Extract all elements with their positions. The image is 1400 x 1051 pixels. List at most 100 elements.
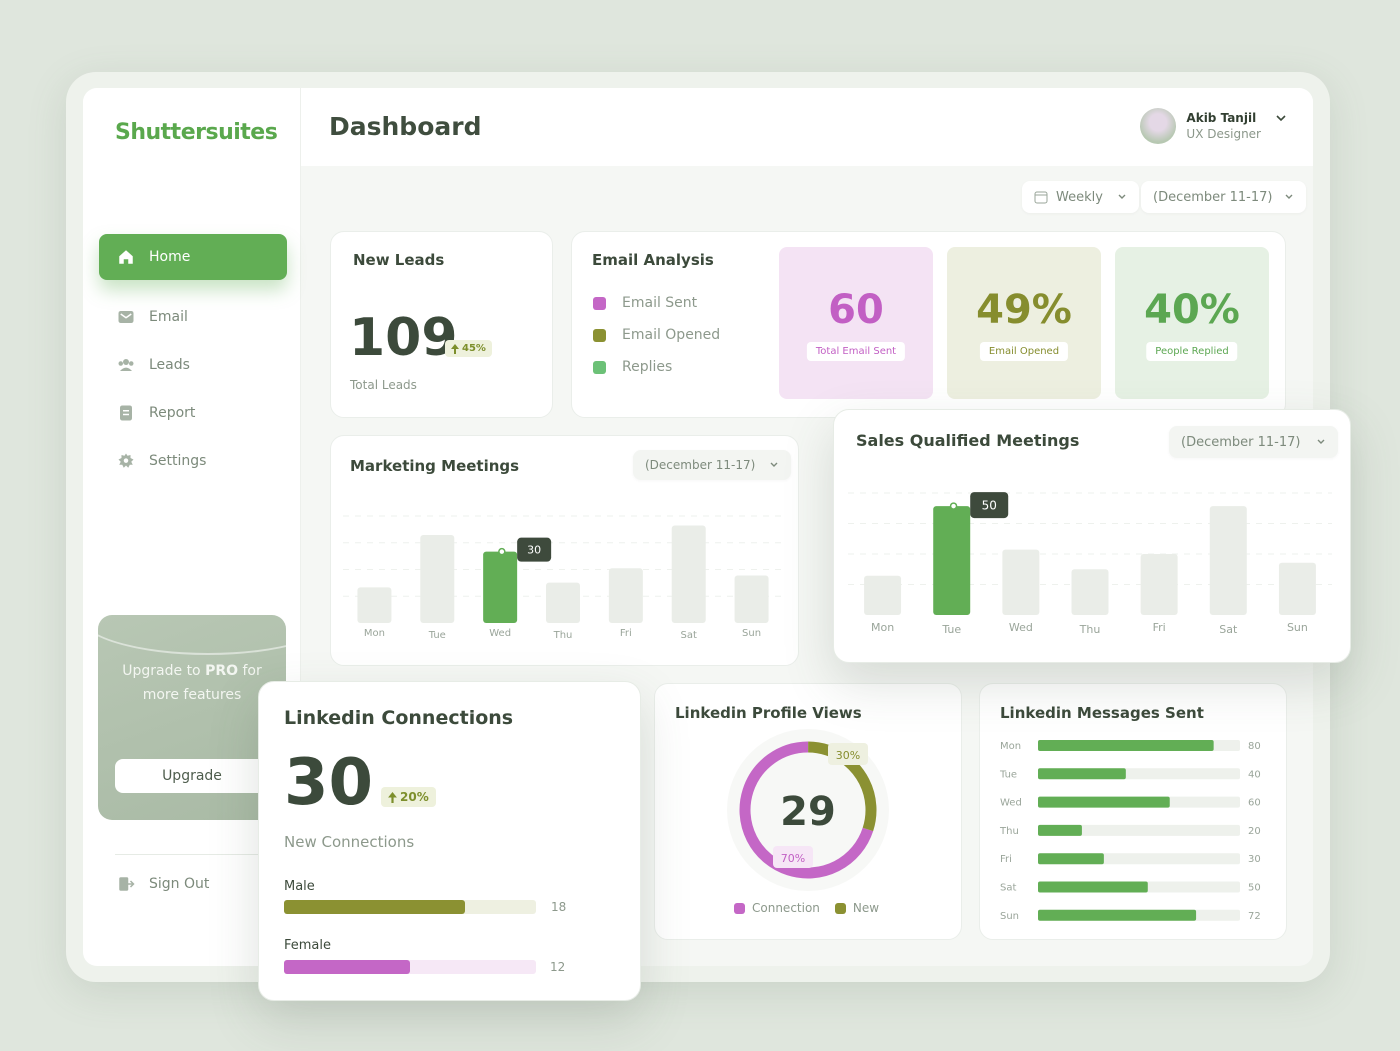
date-range-select[interactable]: (December 11-17)	[1141, 181, 1307, 213]
bar-fri	[1140, 554, 1178, 615]
x-tick-label: Thu	[553, 630, 573, 641]
legend-email-sent: Email Sent	[593, 295, 697, 311]
upgrade-text-pre: Upgrade to	[122, 663, 206, 679]
chevron-down-icon	[1118, 194, 1126, 199]
stat-email-opened: 49% Email Opened	[947, 247, 1101, 399]
new-leads-card: New Leads 109 45% Total Leads	[330, 231, 553, 418]
stat-label: Total Email Sent	[806, 342, 906, 361]
female-progress-track	[284, 960, 536, 974]
x-tick-label: Fri	[1153, 621, 1166, 634]
legend-label: Email Sent	[622, 295, 698, 311]
legend-swatch	[593, 360, 606, 374]
upgrade-text-post: for	[238, 663, 262, 679]
sales-bar-chart: Mon Tue 50 Wed Thu Fri Sat Sun	[848, 492, 1332, 636]
chevron-down-icon	[1285, 194, 1293, 199]
bar-tue	[933, 506, 971, 615]
document-icon	[120, 405, 132, 421]
x-tick-label: Sat	[1219, 623, 1238, 636]
x-tick-label: Sat	[681, 630, 697, 641]
highlight-dot	[498, 547, 506, 556]
y-tick-label: Fri	[1000, 854, 1012, 865]
bar-sat	[671, 525, 706, 623]
bar-value-label: 50	[1248, 883, 1261, 894]
bar-value-label: 40	[1248, 769, 1261, 780]
x-tick-label: Mon	[364, 628, 385, 639]
sign-out-icon	[119, 877, 135, 891]
tooltip-label: 50	[982, 498, 997, 512]
bar-thu	[1071, 569, 1109, 615]
sales-meetings-card: Sales Qualified Meetings (December 11-17…	[833, 409, 1351, 663]
brand-logo: Shuttersuites	[115, 120, 278, 145]
calendar-icon	[1034, 191, 1048, 204]
sidebar-item-settings[interactable]: Settings	[99, 438, 287, 484]
gender-label-male: Male	[284, 879, 315, 894]
x-tick-label: Sun	[742, 628, 761, 639]
decorative-wave	[98, 615, 286, 655]
user-name: Akib Tanjil	[1186, 111, 1257, 125]
female-count: 12	[550, 960, 566, 974]
x-tick-label: Fri	[620, 628, 632, 639]
leads-change-value: 45%	[462, 343, 486, 354]
legend-label: New	[852, 901, 880, 915]
x-tick-label: Tue	[941, 623, 961, 636]
upgrade-text-pro: PRO	[205, 663, 239, 679]
legend-replies: Replies	[593, 359, 672, 375]
x-tick-label: Sun	[1287, 621, 1308, 634]
x-tick-label: Wed	[489, 628, 511, 639]
y-tick-label: Thu	[999, 826, 1019, 837]
card-title: Linkedin Connections	[284, 707, 514, 729]
bar-sat	[1209, 506, 1247, 615]
total-leads-caption: Total Leads	[350, 378, 417, 392]
y-tick-label: Sat	[1000, 883, 1016, 894]
legend-swatch	[593, 296, 606, 310]
y-tick-label: Sun	[1000, 911, 1019, 922]
card-title: Email Analysis	[592, 251, 714, 269]
legend-label: Email Opened	[622, 327, 721, 343]
legend-swatch	[593, 328, 606, 342]
gender-label-female: Female	[284, 938, 332, 953]
card-title: New Leads	[353, 251, 445, 269]
connections-caption: New Connections	[284, 833, 415, 851]
period-select[interactable]: Weekly	[1022, 181, 1139, 213]
upgrade-button[interactable]: Upgrade	[115, 759, 269, 793]
period-select-value: Weekly	[1056, 189, 1103, 205]
gear-icon	[118, 453, 134, 468]
bar-value-label: 80	[1248, 741, 1261, 752]
arrow-up-icon	[388, 791, 397, 803]
stat-value: 60	[828, 287, 884, 333]
bar-fri	[1038, 853, 1104, 865]
sidebar-item-home[interactable]: Home	[99, 234, 287, 280]
users-icon	[118, 359, 134, 371]
linkedin-profile-views-card: Linkedin Profile Views 29 70% 30% Connecti…	[654, 683, 962, 940]
mail-icon	[118, 311, 134, 323]
stat-total-email-sent: 60 Total Email Sent	[779, 247, 933, 399]
user-menu[interactable]: Akib Tanjil UX Designer	[1140, 108, 1287, 144]
sign-out-label: Sign Out	[149, 876, 210, 892]
x-tick-label: Tue	[428, 630, 446, 641]
bar-mon	[357, 587, 392, 623]
sidebar-item-leads[interactable]: Leads	[99, 342, 287, 388]
bar-tue	[420, 535, 455, 623]
sidebar-item-email[interactable]: Email	[99, 294, 287, 340]
legend-email-opened: Email Opened	[593, 327, 720, 343]
bar-mon	[864, 575, 902, 615]
upgrade-text-line2: more features	[142, 687, 242, 703]
bar-fri	[608, 568, 643, 623]
arrow-up-icon	[451, 343, 459, 354]
linkedin-messages-card: Linkedin Messages Sent Mon 80 Tue 40 Wed 60 Th…	[979, 683, 1287, 940]
bar-wed	[483, 551, 518, 623]
male-progress-track	[284, 900, 536, 914]
messages-horizontal-bar-chart: Mon 80 Tue 40 Wed 60 Thu 20 Fri 30 Sat 50 Sun 72	[999, 740, 1261, 922]
stat-label: Email Opened	[979, 342, 1069, 361]
stat-value: 40%	[1144, 287, 1240, 333]
stat-people-replied: 40% People Replied	[1115, 247, 1269, 399]
connections-change-value: 20%	[400, 790, 429, 804]
bar-sun	[1278, 562, 1316, 615]
connections-change-badge: 20%	[381, 787, 436, 807]
x-tick-label: Mon	[871, 621, 894, 634]
legend-label: Connection	[752, 901, 820, 915]
bar-wed	[1002, 549, 1040, 615]
sidebar-item-report[interactable]: Report	[99, 390, 287, 436]
sidebar-item-label: Leads	[149, 357, 190, 373]
y-tick-label: Mon	[1000, 741, 1021, 752]
